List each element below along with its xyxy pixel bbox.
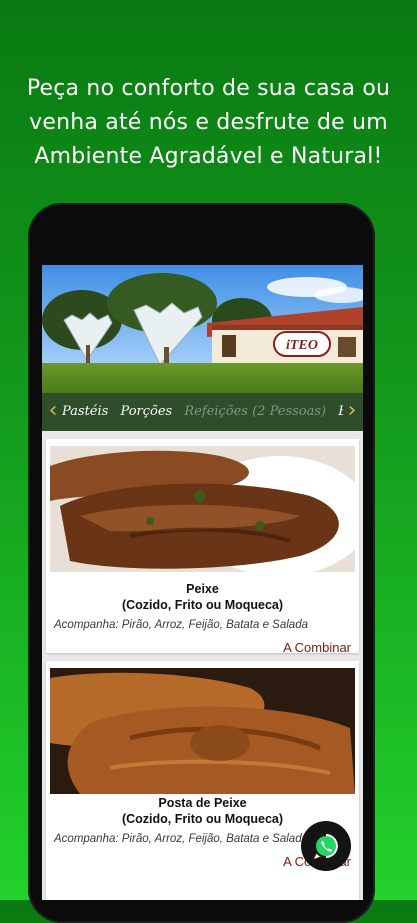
promo-headline: Peça no conforto de sua casa ou venha at… — [0, 72, 417, 174]
dish-photo — [50, 446, 355, 572]
category-bar: ‹ Pastéis Porções Refeições (2 Pessoas) … — [42, 393, 363, 431]
dish-name: Peixe — [186, 582, 219, 596]
category-tabs: Pastéis Porções Refeições (2 Pessoas) Be — [62, 393, 343, 431]
dish-name: Posta de Peixe — [158, 796, 247, 810]
headline-line-3: Ambiente Agradável e Natural! — [34, 144, 383, 169]
menu-item-card[interactable]: Peixe (Cozido, Frito ou Moqueca) Acompan… — [46, 439, 359, 655]
restaurant-photo: iTEO — [42, 265, 363, 393]
dish-description: Acompanha: Pirão, Arroz, Feijão, Batata … — [54, 619, 308, 631]
dish-preparation: (Cozido, Frito ou Moqueca) — [121, 598, 284, 612]
app-screen: iTEO ‹ Pastéis Porções Refeições (2 Pess… — [42, 265, 363, 900]
restaurant-sign-text: iTEO — [286, 338, 318, 353]
tab-pasteis[interactable]: Pastéis — [62, 393, 108, 431]
headline-line-2: venha até nós e desfrute de um — [29, 110, 388, 135]
dish-price: A Combinar — [283, 640, 351, 655]
dish-photo — [50, 668, 355, 794]
whatsapp-icon — [314, 834, 338, 859]
whatsapp-button[interactable] — [301, 821, 351, 871]
chevron-left-icon[interactable]: ‹ — [44, 399, 62, 423]
hero-banner: iTEO — [42, 265, 363, 393]
headline-line-1: Peça no conforto de sua casa ou — [26, 76, 391, 101]
tab-porcoes[interactable]: Porções — [120, 393, 172, 431]
tab-refeicoes[interactable]: Refeições (2 Pessoas) — [184, 393, 326, 431]
chevron-right-icon[interactable]: › — [343, 399, 361, 423]
